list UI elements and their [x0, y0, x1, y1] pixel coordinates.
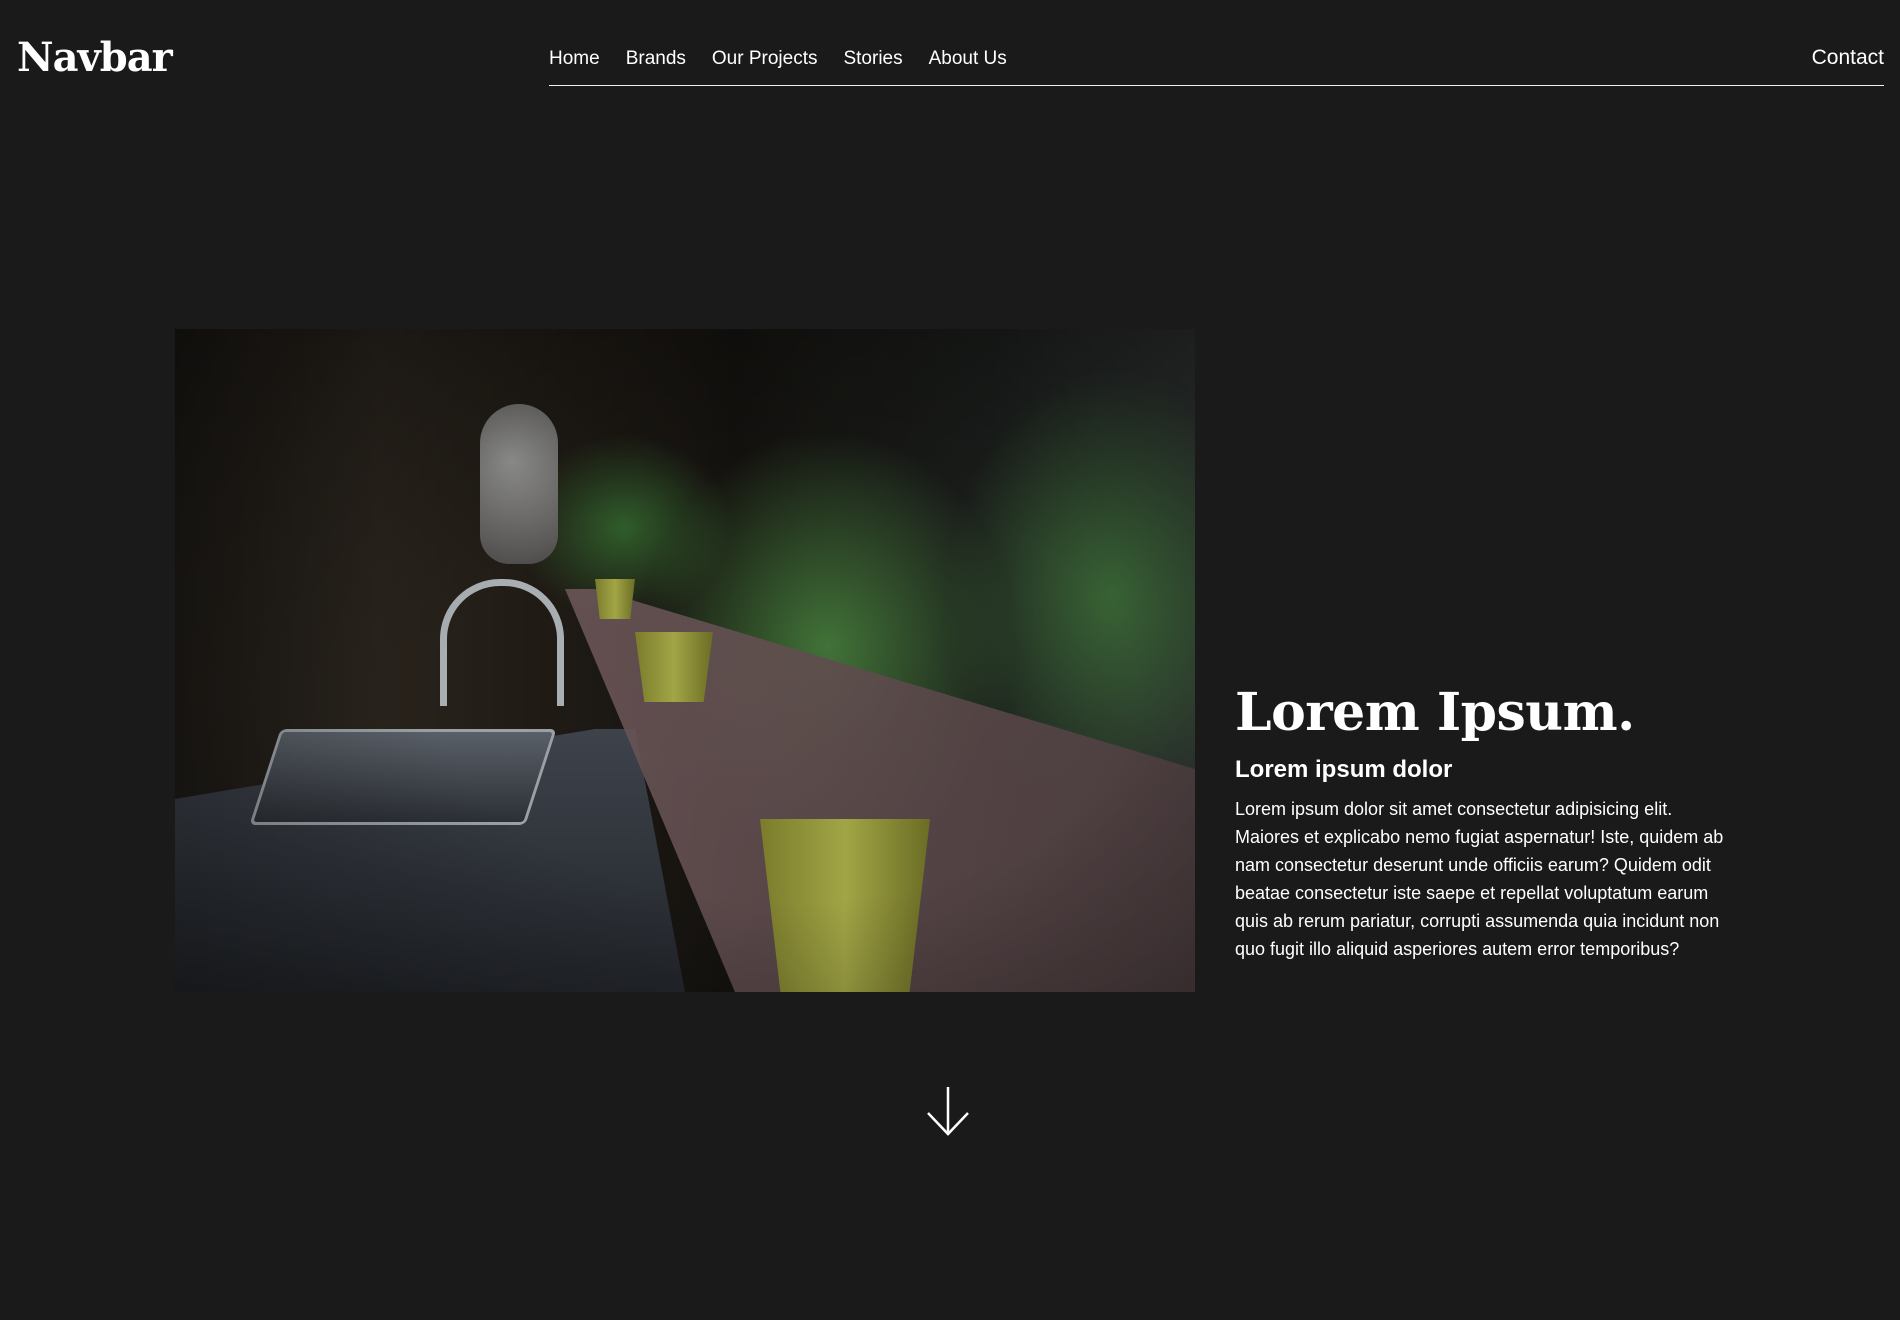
hero-body-text: Lorem ipsum dolor sit amet consectetur a… — [1235, 799, 1724, 959]
nav-divider — [549, 85, 1884, 86]
hero-title: Lorem Ipsum. — [1235, 682, 1635, 743]
nav-item-our-projects[interactable]: Our Projects — [712, 44, 818, 74]
nav-contact-link[interactable]: Contact — [1812, 43, 1884, 73]
main-nav: Home Brands Our Projects Stories About U… — [549, 44, 1007, 74]
hero-text-block: Lorem Ipsum. Lorem ipsum dolor Lorem ips… — [1235, 681, 1725, 963]
nav-item-home[interactable]: Home — [549, 44, 600, 74]
nav-item-brands[interactable]: Brands — [626, 44, 686, 74]
arrow-down-icon[interactable] — [925, 1085, 971, 1137]
hero-subtitle: Lorem ipsum dolor — [1235, 756, 1453, 783]
nav-item-about-us[interactable]: About Us — [929, 44, 1007, 74]
hero-image-vignette — [175, 329, 1195, 992]
brand-logo[interactable]: Navbar — [17, 32, 173, 84]
hero-image — [175, 329, 1195, 992]
nav-item-stories[interactable]: Stories — [843, 44, 902, 74]
